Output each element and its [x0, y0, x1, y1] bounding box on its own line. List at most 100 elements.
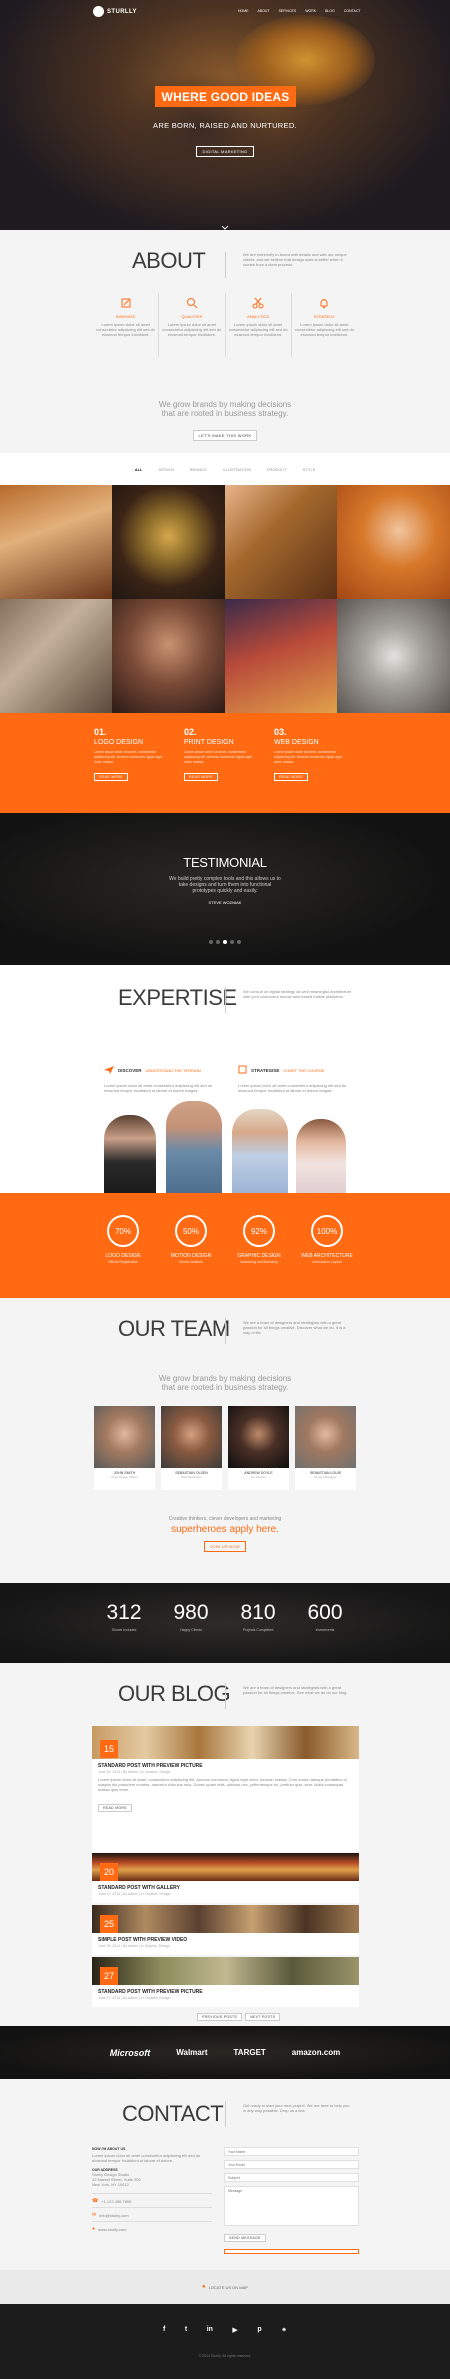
- post-image[interactable]: [92, 1905, 359, 1933]
- scissors-icon: [229, 297, 288, 311]
- stat-value: 600: [307, 1601, 343, 1624]
- twitter-icon[interactable]: t: [185, 2326, 187, 2334]
- skill-circle: 50%: [175, 1215, 207, 1247]
- filter-all[interactable]: ALL: [135, 467, 143, 472]
- contact-email[interactable]: info@sturlly.com: [99, 2213, 128, 2218]
- pager-dot[interactable]: [223, 940, 227, 944]
- name-field[interactable]: [224, 2147, 359, 2156]
- post-title[interactable]: STANDARD POST WITH GALLERY: [92, 1881, 359, 1891]
- cube-icon: [238, 1061, 247, 1079]
- service-button[interactable]: READ MORE: [94, 773, 128, 781]
- member-role: Chief Design Officer: [111, 1475, 138, 1479]
- feature-text: Lorem ipsum dolor sit amet consectetur a…: [228, 322, 288, 337]
- filter-illustration[interactable]: ILLUSTRATION: [222, 467, 250, 472]
- skill-item: 100% WEB ARCHITECTURE Information Layout: [292, 1215, 362, 1264]
- contact-web[interactable]: www.sturlly.com: [98, 2227, 126, 2232]
- pager-dot[interactable]: [209, 940, 213, 944]
- filter-style[interactable]: STYLE: [303, 467, 316, 472]
- post-read-more[interactable]: READ MORE: [98, 1804, 132, 1812]
- paper-plane-icon: [104, 1061, 114, 1079]
- portfolio-item[interactable]: [112, 599, 225, 713]
- hero-title-box: WHERE GOOD IDEAS: [155, 86, 296, 107]
- about-us-heading: NOW I'M ABOUT US: [92, 2147, 126, 2151]
- skill-percent: 92%: [250, 1226, 267, 1236]
- nav-item-blog[interactable]: BLOG: [325, 9, 335, 13]
- scroll-down-icon[interactable]: [221, 217, 229, 230]
- skill-percent: 50%: [182, 1226, 199, 1236]
- pinterest-icon[interactable]: p: [257, 2326, 261, 2334]
- testimonial-quote-3: prototypes quickly and easily.: [192, 888, 258, 894]
- skill-sub: Information Layout: [312, 1260, 342, 1264]
- email-field[interactable]: [224, 2160, 359, 2169]
- about-title: ABOUT: [132, 248, 206, 273]
- service-button[interactable]: READ MORE: [184, 773, 218, 781]
- expertise-title: EXPERTISE: [118, 985, 237, 1010]
- about-button[interactable]: LET'S MAKE THIS WORK: [192, 430, 258, 441]
- skill-sub: Kinetic Artifacts: [179, 1260, 203, 1264]
- nav-item-services[interactable]: SERVICES: [279, 9, 297, 13]
- portfolio-item[interactable]: [337, 599, 450, 713]
- service-button[interactable]: READ MORE: [274, 773, 308, 781]
- portfolio-item[interactable]: [112, 485, 225, 599]
- magnifier-icon: [162, 297, 221, 311]
- post-image[interactable]: [92, 1957, 359, 1985]
- nav-item-work[interactable]: WORK: [305, 9, 316, 13]
- linkedin-icon[interactable]: in: [207, 2326, 213, 2334]
- blog-title: OUR BLOG: [118, 1681, 231, 1706]
- portfolio-filters: ALL DESIGN BRANDS ILLUSTRATION PRODUCT S…: [0, 453, 450, 485]
- subject-field[interactable]: [224, 2173, 359, 2182]
- send-message-button[interactable]: SEND MESSAGE: [224, 2234, 266, 2242]
- skill-circle: 70%: [107, 1215, 139, 1247]
- portfolio-item[interactable]: [337, 485, 450, 599]
- youtube-icon[interactable]: ▶: [232, 2326, 237, 2334]
- nav-item-about[interactable]: ABOUT: [258, 9, 270, 13]
- team-member-card[interactable]: SEBASTIAN OLSEN Web Developer: [161, 1406, 222, 1490]
- blog-post: 27 STANDARD POST WITH PREVIEW PICTURE Ju…: [92, 1957, 359, 2007]
- next-posts-button[interactable]: NEXT POSTS: [245, 2013, 281, 2021]
- blog-pagination: PREVIOUS POSTS NEXT POSTS: [197, 2013, 281, 2021]
- pager-dot[interactable]: [216, 940, 220, 944]
- brand-logo[interactable]: STURLLY: [93, 6, 137, 17]
- team-member-card[interactable]: JOHN SMITH Chief Design Officer: [94, 1406, 155, 1490]
- hero-section: STURLLY HOME ABOUT SERVICES WORK BLOG CO…: [0, 0, 450, 230]
- team-member-card[interactable]: SEBASTIAN LOUIS Project Manager: [295, 1406, 356, 1490]
- expertise-text: Lorem ipsum dolor sit amet consectetur a…: [104, 1083, 213, 1093]
- facebook-icon[interactable]: f: [163, 2326, 165, 2334]
- post-date: 15: [100, 1740, 118, 1758]
- post-title[interactable]: STANDARD POST WITH PREVIEW PICTURE: [92, 1985, 359, 1995]
- client-logo-microsoft: Microsoft: [109, 2047, 151, 2058]
- post-title[interactable]: STANDARD POST WITH PREVIEW PICTURE: [92, 1759, 359, 1769]
- filter-product[interactable]: PRODUCT: [267, 467, 287, 472]
- portfolio-item[interactable]: [225, 485, 337, 599]
- portfolio-item[interactable]: [0, 485, 112, 599]
- contact-info: NOW I'M ABOUT US Lorem ipsum dolor sit a…: [92, 2147, 212, 2232]
- post-title[interactable]: SIMPLE POST WITH PREVIEW VIDEO: [92, 1933, 359, 1943]
- map-link[interactable]: LOCATE US ON MAP: [209, 2285, 248, 2290]
- skill-item: 50% MOTION DESIGN Kinetic Artifacts: [156, 1215, 226, 1264]
- portfolio-item[interactable]: [0, 599, 112, 713]
- nav-item-contact[interactable]: CONTACT: [344, 9, 361, 13]
- member-role: Project Manager: [314, 1475, 337, 1479]
- filter-brands[interactable]: BRANDS: [190, 467, 207, 472]
- team-intro: We are a team of designers and strategis…: [243, 1320, 346, 1335]
- pager-dot[interactable]: [230, 940, 234, 944]
- testimonial-section: TESTIMONIAL We build pretty complex tool…: [0, 813, 450, 965]
- skill-label: MOTION DESIGN: [170, 1253, 212, 1259]
- form-status-bar: [224, 2249, 359, 2254]
- service-number: 01.: [94, 727, 107, 737]
- hero-button[interactable]: DIGITAL MARKETING: [196, 146, 254, 157]
- post-image[interactable]: [92, 1853, 359, 1881]
- team-member-card[interactable]: ANDREW DOYLE Art Director: [228, 1406, 289, 1490]
- services-section: 01. LOGO DESIGN Lorem ipsum dolor sit am…: [0, 713, 450, 813]
- nav-item-home[interactable]: HOME: [238, 9, 249, 13]
- message-field[interactable]: [224, 2186, 359, 2226]
- feature-item: ANALYTICS Lorem ipsum dolor sit amet con…: [226, 293, 292, 357]
- post-image[interactable]: [92, 1726, 359, 1759]
- previous-posts-button[interactable]: PREVIOUS POSTS: [197, 2013, 243, 2021]
- portfolio-item[interactable]: [225, 599, 337, 713]
- team-join-button[interactable]: JOIN US NOW: [204, 1541, 246, 1552]
- filter-design[interactable]: DESIGN: [158, 467, 173, 472]
- rss-icon[interactable]: ⁕: [281, 2326, 287, 2334]
- pager-dot[interactable]: [237, 940, 241, 944]
- skill-circle: 92%: [243, 1215, 275, 1247]
